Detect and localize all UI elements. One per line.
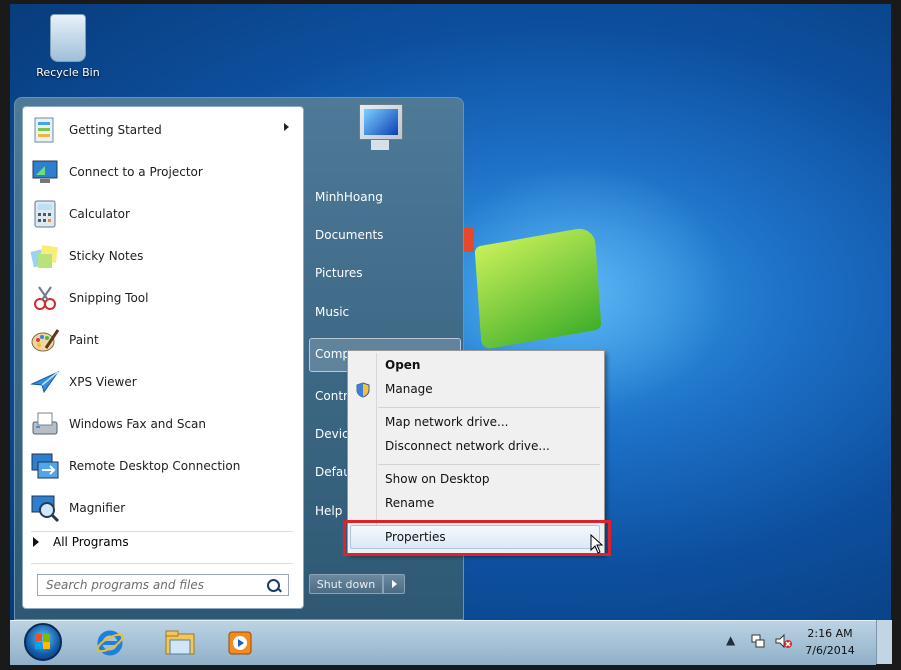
calculator-icon	[29, 199, 61, 229]
getting-started-icon	[29, 115, 61, 145]
context-item-disconnect-drive[interactable]: Disconnect network drive...	[385, 439, 550, 453]
computer-monitor-icon	[359, 104, 403, 140]
remote-desktop-icon	[29, 451, 61, 481]
shield-icon	[356, 382, 370, 401]
program-label: Windows Fax and Scan	[69, 417, 207, 431]
screen: Recycle Bin Getting Started Connect to a…	[0, 0, 901, 670]
program-label: Remote Desktop Connection	[69, 459, 241, 473]
program-label: XPS Viewer	[69, 375, 137, 389]
paint-icon	[29, 325, 61, 355]
program-magnifier[interactable]: Magnifier	[27, 489, 299, 527]
program-paint[interactable]: Paint	[27, 321, 299, 359]
magnifier-icon	[29, 493, 61, 523]
file-explorer-icon[interactable]	[162, 625, 198, 661]
volume-muted-icon[interactable]	[774, 633, 792, 652]
program-label: Getting Started	[69, 123, 162, 137]
system-clock[interactable]: 2:16 AM 7/6/2014	[800, 625, 860, 659]
xps-viewer-icon	[29, 367, 61, 397]
windows-logo-icon	[35, 634, 51, 650]
program-label: Magnifier	[69, 501, 126, 515]
clock-date: 7/6/2014	[805, 644, 855, 657]
program-remote-desktop[interactable]: Remote Desktop Connection	[27, 447, 299, 485]
program-label: Sticky Notes	[69, 249, 144, 263]
network-icon[interactable]	[750, 633, 766, 652]
program-connect-projector[interactable]: Connect to a Projector	[27, 153, 299, 191]
start-button[interactable]	[24, 623, 62, 661]
show-hidden-icons-icon[interactable]: ▲	[726, 633, 735, 647]
shutdown-button[interactable]: Shut down	[309, 574, 383, 594]
shutdown-options-button[interactable]	[383, 574, 405, 594]
program-snipping-tool[interactable]: Snipping Tool	[27, 279, 299, 317]
wallpaper-logo-green	[474, 226, 602, 350]
search-icon[interactable]	[267, 579, 280, 592]
program-label: Connect to a Projector	[69, 165, 203, 179]
right-item-documents[interactable]: Documents	[315, 228, 383, 242]
program-fax-scan[interactable]: Windows Fax and Scan	[27, 405, 299, 443]
user-picture	[345, 102, 411, 160]
program-label: Paint	[69, 333, 99, 347]
all-programs-label: All Programs	[53, 535, 129, 549]
internet-explorer-icon[interactable]	[92, 625, 128, 661]
program-calculator[interactable]: Calculator	[27, 195, 299, 233]
recycle-bin-icon	[50, 14, 86, 62]
right-item-control-panel[interactable]: Contr	[315, 389, 348, 403]
context-separator	[378, 407, 600, 408]
program-label: Snipping Tool	[69, 291, 149, 305]
projector-icon	[29, 157, 61, 187]
right-item-user[interactable]: MinhHoang	[315, 190, 383, 204]
right-item-help[interactable]: Help	[315, 504, 342, 518]
properties-annotation-box	[343, 520, 611, 556]
search-input[interactable]: Search programs and files	[37, 574, 289, 596]
context-item-rename[interactable]: Rename	[385, 496, 434, 510]
arrow-right-icon	[33, 537, 39, 547]
context-item-map-drive[interactable]: Map network drive...	[385, 415, 509, 429]
right-item-computer[interactable]: Comp	[315, 347, 350, 361]
mouse-cursor-icon	[590, 534, 604, 554]
program-sticky-notes[interactable]: Sticky Notes	[27, 237, 299, 275]
taskbar: ▲ 2:16 AM 7/6/2014	[10, 620, 876, 665]
fax-scan-icon	[29, 409, 61, 439]
show-desktop-button[interactable]	[876, 620, 892, 664]
submenu-arrow-icon	[284, 123, 289, 131]
clock-time: 2:16 AM	[807, 627, 853, 640]
program-getting-started[interactable]: Getting Started	[27, 111, 299, 149]
context-item-show-desktop[interactable]: Show on Desktop	[385, 472, 489, 486]
snipping-tool-icon	[29, 283, 61, 313]
search-separator	[31, 563, 293, 564]
recycle-bin-label: Recycle Bin	[36, 66, 100, 79]
right-item-music[interactable]: Music	[315, 305, 349, 319]
right-item-pictures[interactable]: Pictures	[315, 266, 363, 280]
context-item-open[interactable]: Open	[385, 358, 420, 372]
sticky-notes-icon	[29, 241, 61, 271]
context-item-manage[interactable]: Manage	[385, 382, 433, 396]
right-item-devices[interactable]: Devic	[315, 427, 349, 441]
search-placeholder: Search programs and files	[46, 578, 204, 592]
program-xps-viewer[interactable]: XPS Viewer	[27, 363, 299, 401]
context-separator	[378, 464, 600, 465]
media-player-icon[interactable]	[222, 625, 258, 661]
start-menu-programs-pane: Getting Started Connect to a Projector C…	[22, 106, 304, 609]
programs-separator	[31, 531, 293, 532]
recycle-bin[interactable]: Recycle Bin	[28, 14, 108, 79]
right-item-default-programs[interactable]: Defau	[315, 465, 351, 479]
all-programs-button[interactable]: All Programs	[33, 535, 129, 549]
program-label: Calculator	[69, 207, 130, 221]
